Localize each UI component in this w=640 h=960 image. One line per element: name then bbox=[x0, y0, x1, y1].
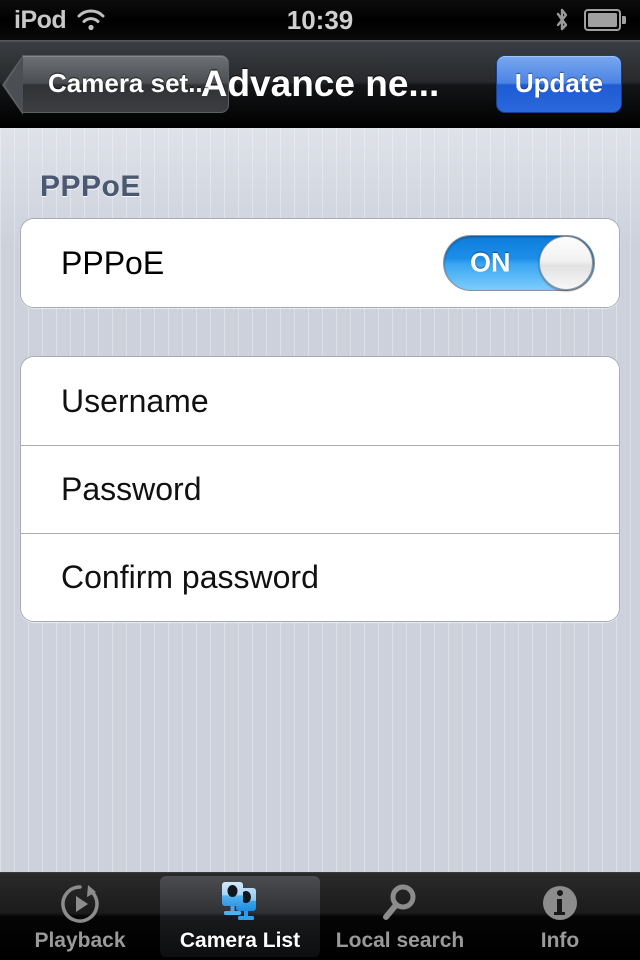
back-button-label: Camera set... bbox=[48, 68, 210, 98]
pppoe-toggle-switch[interactable]: ON bbox=[443, 235, 595, 291]
section-header-pppoe: PPPoE bbox=[40, 170, 141, 203]
phone-screen: iPod 10:39 Camera set... Advance ne... U… bbox=[0, 0, 640, 960]
tab-playback[interactable]: Playback bbox=[0, 873, 160, 960]
update-button[interactable]: Update bbox=[495, 54, 622, 113]
info-circle-icon bbox=[538, 880, 582, 926]
pppoe-row-label: PPPoE bbox=[61, 244, 165, 281]
back-button[interactable]: Camera set... bbox=[2, 54, 229, 115]
wifi-icon bbox=[76, 9, 106, 31]
tab-camera-list-label: Camera List bbox=[179, 929, 301, 952]
tab-bar: Playback Camera List Local search Info bbox=[0, 872, 640, 960]
confirm-password-row[interactable]: Confirm password bbox=[21, 533, 619, 621]
status-bar-right bbox=[440, 7, 640, 33]
password-row[interactable]: Password bbox=[21, 445, 619, 533]
pppoe-toggle-card: PPPoE ON bbox=[20, 218, 620, 308]
cameras-icon bbox=[216, 880, 264, 926]
tab-playback-label: Playback bbox=[34, 929, 126, 952]
status-bar: iPod 10:39 bbox=[0, 0, 640, 40]
update-button-label: Update bbox=[514, 68, 603, 98]
pppoe-toggle-row[interactable]: PPPoE ON bbox=[21, 219, 619, 307]
confirm-password-input[interactable]: Confirm password bbox=[61, 559, 319, 596]
pppoe-toggle-state-label: ON bbox=[470, 247, 511, 278]
toggle-knob[interactable] bbox=[539, 236, 593, 290]
credentials-card: Username Password Confirm password bbox=[20, 356, 620, 622]
bluetooth-icon bbox=[554, 7, 570, 33]
tab-info-label: Info bbox=[540, 929, 580, 952]
settings-content: PPPoE PPPoE ON Username Password Confirm… bbox=[0, 128, 640, 872]
username-input[interactable]: Username bbox=[61, 383, 209, 420]
username-row[interactable]: Username bbox=[21, 357, 619, 445]
clock-label: 10:39 bbox=[286, 4, 354, 35]
status-bar-center: 10:39 bbox=[200, 5, 440, 36]
magnifier-icon bbox=[378, 880, 422, 926]
replay-icon bbox=[58, 880, 102, 926]
password-input[interactable]: Password bbox=[61, 471, 202, 508]
navigation-bar: Camera set... Advance ne... Update bbox=[0, 40, 640, 128]
carrier-label: iPod bbox=[14, 5, 67, 34]
tab-camera-list[interactable]: Camera List bbox=[160, 876, 320, 957]
battery-icon bbox=[584, 9, 626, 31]
tab-info[interactable]: Info bbox=[480, 873, 640, 960]
tab-local-search-label: Local search bbox=[335, 929, 465, 952]
tab-local-search[interactable]: Local search bbox=[320, 873, 480, 960]
status-bar-left: iPod bbox=[0, 6, 200, 35]
